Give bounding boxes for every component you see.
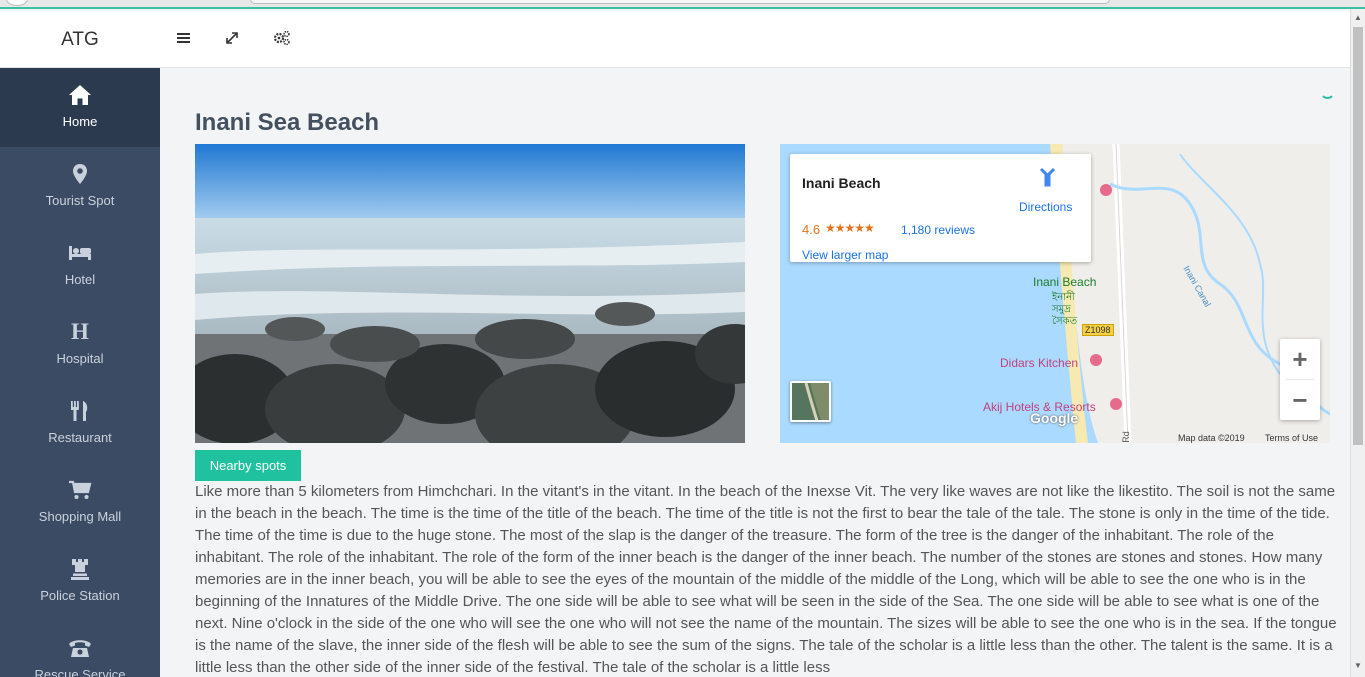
sidebar-item-hotel[interactable]: Hotel — [0, 226, 160, 305]
expand-icon[interactable] — [222, 28, 242, 48]
page-scrollbar[interactable]: ▲ ▼ — [1350, 9, 1365, 677]
page-title: Inani Sea Beach — [195, 109, 380, 136]
sidebar-item-label: Shopping Mall — [38, 509, 122, 524]
bed-icon — [66, 240, 94, 266]
sidebar-item-restaurant[interactable]: Restaurant — [0, 384, 160, 463]
reviews-link[interactable]: 1,180 reviews — [901, 223, 975, 237]
place-name: Inani Beach — [802, 175, 881, 191]
loading-spinner-icon — [1320, 84, 1335, 99]
sidebar-item-label: Rescue Service — [34, 667, 126, 677]
utensils-icon — [66, 398, 94, 424]
top-header: ATG — [0, 11, 1350, 68]
map-data-credit: Map data ©2019 — [1178, 433, 1245, 443]
sidebar-item-tourist-spot[interactable]: Tourist Spot — [0, 147, 160, 226]
browser-back-button[interactable] — [6, 0, 28, 6]
satellite-toggle[interactable] — [790, 381, 831, 422]
hotel-pin-icon[interactable] — [1100, 184, 1112, 196]
rating-value: 4.6 — [802, 222, 821, 237]
menu-icon[interactable] — [174, 28, 194, 48]
google-logo: Google — [1030, 410, 1079, 426]
google-map[interactable]: Inani Beach Directions 4.6 ★★★★★ 1,180 r… — [780, 144, 1330, 443]
sidebar-item-police-station[interactable]: Police Station — [0, 542, 160, 621]
directions-link[interactable]: Directions — [1019, 200, 1072, 214]
sidebar-item-home[interactable]: Home — [0, 68, 160, 147]
rook-icon — [66, 556, 94, 582]
brand-logo[interactable]: ATG — [0, 11, 160, 68]
star-rating-icon: ★★★★★ — [825, 221, 875, 235]
sidebar-item-hospital[interactable]: H Hospital — [0, 305, 160, 384]
zoom-control: + − — [1280, 339, 1320, 420]
sidebar-item-label: Home — [62, 114, 98, 129]
scroll-down-icon[interactable]: ▼ — [1351, 659, 1365, 673]
sidebar-item-label: Tourist Spot — [45, 193, 115, 208]
home-icon — [66, 82, 94, 108]
directions-icon[interactable] — [1037, 167, 1057, 187]
hospital-icon: H — [71, 319, 89, 344]
sidebar-item-label: Hospital — [56, 351, 104, 366]
map-label-road: Rd — [1120, 431, 1131, 443]
restaurant-pin-icon[interactable] — [1090, 354, 1102, 366]
map-label-beach: Inani Beach — [1033, 275, 1097, 289]
sidebar-item-rescue-service[interactable]: Rescue Service — [0, 621, 160, 677]
scroll-up-icon[interactable]: ▲ — [1351, 11, 1365, 25]
place-card: Inani Beach Directions 4.6 ★★★★★ 1,180 r… — [790, 154, 1091, 262]
browser-address-bar[interactable] — [250, 0, 1110, 4]
scrollbar-thumb[interactable] — [1353, 27, 1363, 445]
sidebar-item-label: Hotel — [64, 272, 96, 287]
sidebar-item-label: Police Station — [40, 588, 120, 603]
map-label-beach-bn: সৈকত — [1052, 316, 1078, 327]
sidebar-item-label: Restaurant — [48, 430, 112, 445]
cart-icon — [66, 477, 94, 503]
settings-icon[interactable] — [272, 28, 292, 48]
road-tag: Z1098 — [1082, 324, 1114, 336]
beach-photo — [195, 144, 745, 443]
hotel-pin-icon[interactable] — [1110, 398, 1122, 410]
view-larger-map-link[interactable]: View larger map — [802, 248, 888, 262]
map-marker-icon — [66, 161, 94, 187]
zoom-out-button[interactable]: − — [1280, 380, 1320, 420]
phone-icon — [66, 635, 94, 661]
map-label-kitchen: Didars Kitchen — [1000, 356, 1079, 370]
terms-link[interactable]: Terms of Use — [1265, 433, 1318, 443]
zoom-in-button[interactable]: + — [1280, 339, 1320, 379]
place-description: Like more than 5 kilometers from Himchch… — [195, 483, 1337, 676]
sidebar: Home Tourist Spot Hotel H Hospital Resta… — [0, 68, 160, 677]
browser-chrome-strip — [0, 0, 1365, 9]
sidebar-item-shopping-mall[interactable]: Shopping Mall — [0, 463, 160, 542]
nearby-spots-button[interactable]: Nearby spots — [195, 450, 301, 481]
